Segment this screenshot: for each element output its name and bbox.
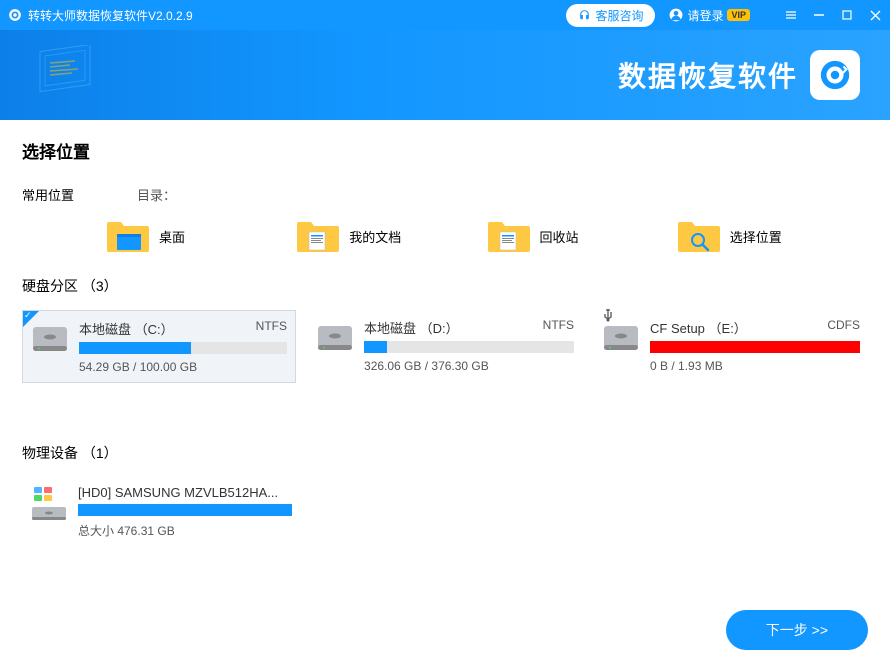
partition-fill	[364, 341, 387, 353]
page-title: 选择位置	[22, 138, 868, 163]
directory-label: 目录：	[137, 185, 176, 204]
location-label: 我的文档	[349, 227, 401, 246]
partition-name: 本地磁盘 （D:）	[364, 318, 459, 337]
partition-fs: CDFS	[827, 318, 860, 337]
disk-icon	[316, 318, 354, 356]
usb-icon	[600, 308, 616, 322]
minimize-button[interactable]	[812, 8, 826, 22]
app-title: 转转大师数据恢复软件V2.0.2.9	[28, 7, 566, 24]
maximize-button[interactable]	[840, 8, 854, 22]
location-desktop[interactable]: 桌面	[107, 218, 297, 254]
headset-icon	[578, 9, 591, 22]
disk-icon	[602, 318, 640, 356]
partition-card[interactable]: CF Setup （E:） CDFS 0 B / 1.93 MB	[594, 310, 868, 383]
partition-size: 0 B / 1.93 MB	[650, 359, 860, 373]
banner: 数据恢复软件	[0, 30, 890, 120]
partition-size: 54.29 GB / 100.00 GB	[79, 360, 287, 374]
folder-search-icon	[678, 218, 720, 254]
partition-fill	[79, 342, 191, 354]
vip-badge: VIP	[727, 9, 750, 21]
disk-stack-icon	[30, 485, 68, 523]
service-label: 客服咨询	[595, 7, 643, 24]
login-label: 请登录	[687, 7, 723, 24]
partition-card[interactable]: 本地磁盘 （C:） NTFS 54.29 GB / 100.00 GB	[22, 310, 296, 383]
location-label: 桌面	[159, 227, 185, 246]
check-icon	[23, 311, 39, 327]
location-documents[interactable]: 我的文档	[297, 218, 487, 254]
next-button[interactable]: 下一步 >>	[726, 610, 868, 650]
banner-logo	[810, 50, 860, 100]
device-fill	[78, 504, 292, 516]
banner-title: 数据恢复软件	[618, 55, 798, 95]
folder-documents-icon	[297, 218, 339, 254]
common-locations-list: 桌面 我的文档 回收站 选择位置	[22, 218, 868, 254]
device-size: 总大小 476.31 GB	[78, 522, 292, 539]
login-button[interactable]: 请登录 VIP	[661, 5, 758, 26]
partition-fs: NTFS	[543, 318, 574, 337]
location-choose[interactable]: 选择位置	[678, 218, 868, 254]
partition-fs: NTFS	[256, 319, 287, 338]
partition-size: 326.06 GB / 376.30 GB	[364, 359, 574, 373]
device-name: [HD0] SAMSUNG MZVLB512HA...	[78, 485, 278, 500]
partitions-list: 本地磁盘 （C:） NTFS 54.29 GB / 100.00 GB 本地磁盘 （D…	[22, 310, 868, 383]
user-icon	[669, 8, 683, 22]
banner-art-icon	[30, 45, 130, 110]
partitions-title: 硬盘分区 （3）	[22, 276, 868, 296]
device-card[interactable]: [HD0] SAMSUNG MZVLB512HA... 总大小 476.31 G…	[22, 477, 300, 547]
app-logo-icon	[8, 8, 22, 22]
close-button[interactable]	[868, 8, 882, 22]
folder-recycle-icon	[488, 218, 530, 254]
titlebar: 转转大师数据恢复软件V2.0.2.9 客服咨询 请登录 VIP	[0, 0, 890, 30]
partition-fill	[650, 341, 860, 353]
folder-desktop-icon	[107, 218, 149, 254]
location-label: 回收站	[540, 227, 579, 246]
location-label: 选择位置	[730, 227, 782, 246]
devices-title: 物理设备 （1）	[22, 443, 868, 463]
location-recycle-bin[interactable]: 回收站	[488, 218, 678, 254]
partition-name: CF Setup （E:）	[650, 318, 747, 337]
common-locations-label: 常用位置	[22, 185, 137, 204]
customer-service-button[interactable]: 客服咨询	[566, 4, 655, 27]
partition-name: 本地磁盘 （C:）	[79, 319, 174, 338]
partition-card[interactable]: 本地磁盘 （D:） NTFS 326.06 GB / 376.30 GB	[308, 310, 582, 383]
menu-button[interactable]	[784, 8, 798, 22]
